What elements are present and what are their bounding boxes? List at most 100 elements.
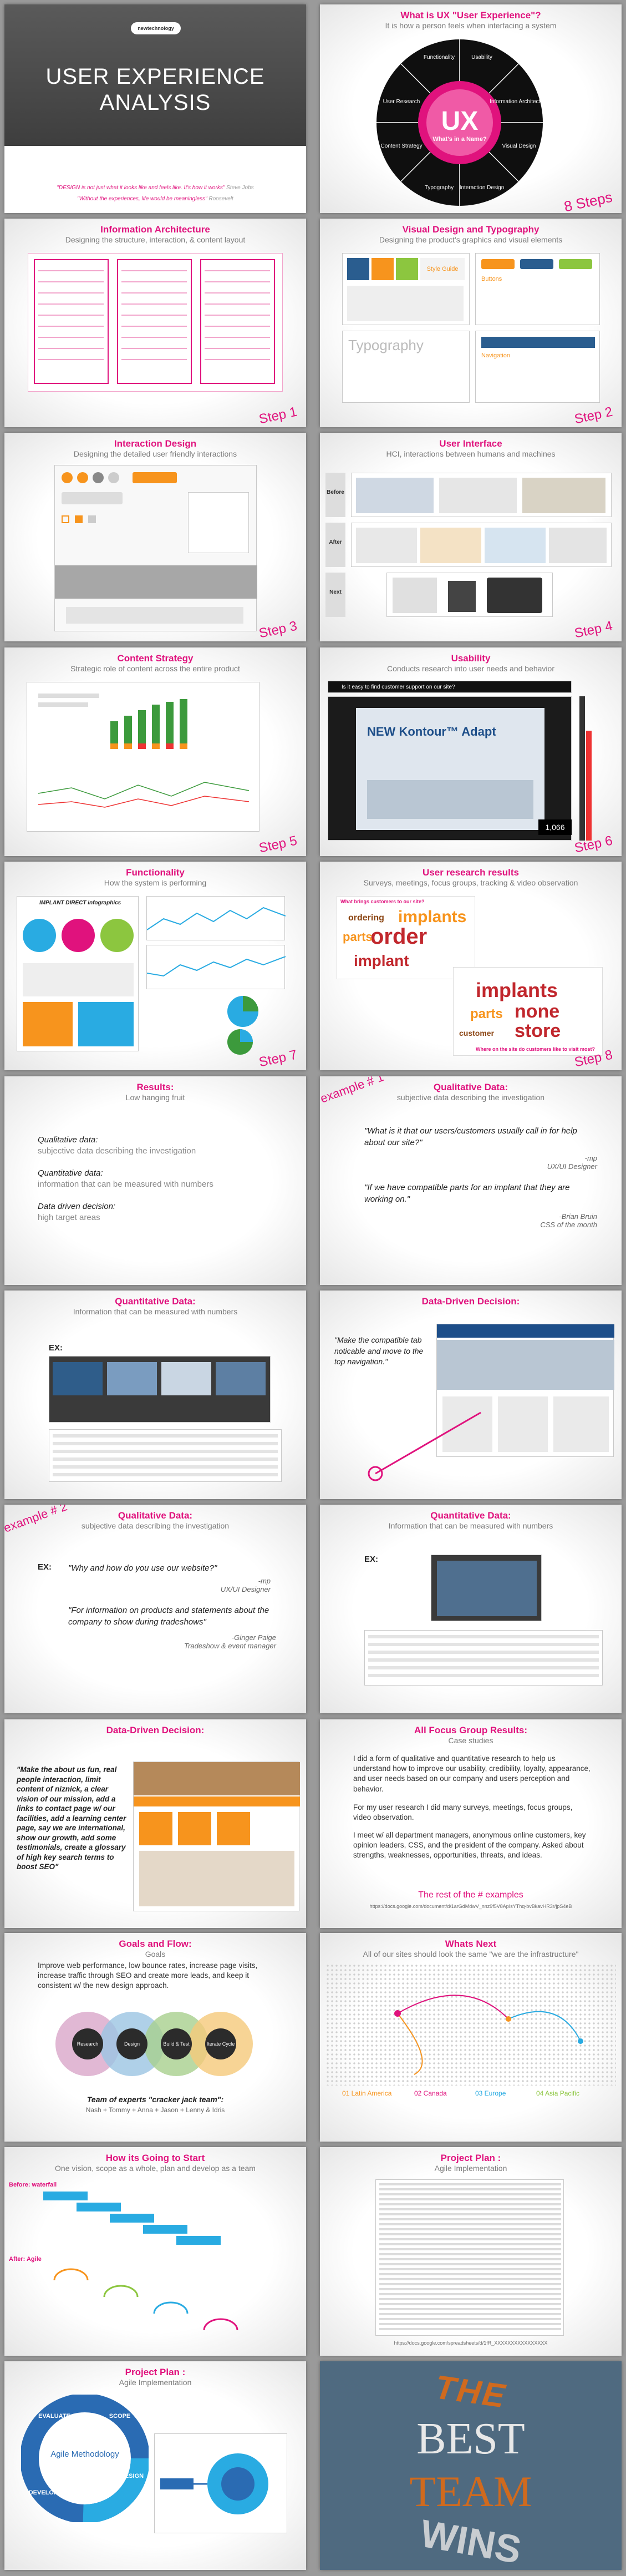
- segment-interaction-design: Interaction Design: [460, 185, 505, 191]
- cloud-word: store: [515, 1020, 561, 1041]
- author-name: -mp: [258, 1577, 271, 1585]
- cloud-word: order: [370, 924, 427, 949]
- author-role: UX/UI Designer: [220, 1585, 271, 1593]
- slide-subtitle: All of our sites should look the same "w…: [363, 1950, 579, 1958]
- agile-diagram: [53, 2268, 238, 2331]
- cloud-word: customer: [459, 1029, 495, 1038]
- agile-cycle-ring: Agile Methodology EVALUATE SCOPE DESIGN …: [21, 2395, 149, 2522]
- slide-title: Information Architecture: [100, 224, 210, 235]
- performance-graph-2: [146, 945, 286, 989]
- cloud-word: ordering: [348, 913, 384, 923]
- answer-quote: "For information on products and stateme…: [68, 1606, 269, 1627]
- quantitative-label: Quantitative data:: [38, 1168, 103, 1178]
- question-author: -mp UX/UI Designer: [160, 1577, 271, 1593]
- slide-subtitle: Information that can be measured with nu…: [73, 1307, 238, 1316]
- before-screens: [351, 473, 612, 517]
- video-thumbnail: [431, 1555, 542, 1621]
- analytics-table: [364, 1630, 603, 1686]
- slide-subtitle: Surveys, meetings, focus groups, trackin…: [363, 878, 578, 887]
- usability-slide: Usability Conducts research into user ne…: [320, 647, 622, 856]
- step-label: Step 3: [257, 618, 298, 641]
- question-quote: "What is it that our users/customers usu…: [364, 1126, 577, 1147]
- slide-subtitle: Low hanging fruit: [125, 1093, 185, 1102]
- cloud-word: parts: [343, 930, 373, 944]
- focus-doc-link[interactable]: https://docs.google.com/document/d/1arGd…: [331, 1904, 610, 1909]
- pie-chart-1: [227, 996, 258, 1027]
- slide-title: Project Plan :: [440, 2153, 501, 2163]
- author-role: UX/UI Designer: [547, 1162, 597, 1171]
- pointer-arrow: [368, 1411, 481, 1481]
- cloud-word: none: [515, 1001, 560, 1022]
- flow-build-test: Build & Test: [163, 2041, 190, 2047]
- author-name: -Ginger Paige: [231, 1633, 276, 1642]
- region-europe: 03 Europe: [475, 2089, 506, 2097]
- user-interface-slide: User Interface HCI, interactions between…: [320, 433, 622, 641]
- slide-title: Whats Next: [445, 1939, 497, 1949]
- slide-title: Data-Driven Decision:: [106, 1725, 205, 1735]
- analytics-table: [49, 1429, 282, 1482]
- flow-iterate: Iterate Cycle: [207, 2041, 235, 2047]
- word-best: BEST: [416, 2415, 525, 2463]
- cover-title-line2: ANALYSIS: [99, 90, 211, 115]
- step-label: Step 5: [257, 833, 298, 856]
- project-plan-link[interactable]: https://docs.google.com/spreadsheets/d/1…: [331, 2340, 610, 2346]
- slide-title: Data-Driven Decision:: [421, 1296, 520, 1307]
- segment-information-architecture: Information Architecture: [490, 99, 546, 105]
- about-page-mockup: [133, 1762, 300, 1911]
- question-author: -mp UX/UI Designer: [486, 1154, 597, 1171]
- region-canada: 02 Canada: [414, 2089, 447, 2097]
- cover-title-line1: USER EXPERIENCE: [45, 64, 265, 89]
- ux-wheel-diagram: UX What's in a Name? Functionality Usabi…: [376, 39, 546, 206]
- slide-title: Functionality: [126, 867, 185, 878]
- region-latin-america: 01 Latin America: [342, 2089, 392, 2097]
- slide-title: Qualitative Data:: [118, 1510, 193, 1521]
- functionality-slide: Functionality How the system is performi…: [4, 862, 306, 1070]
- ring-scope: SCOPE: [109, 2413, 131, 2420]
- focus-paragraph-1: I did a form of qualitative and quantita…: [353, 1754, 591, 1793]
- usability-question-bar: Is it easy to find customer support on o…: [328, 681, 572, 693]
- analytics-report: [27, 682, 259, 832]
- answer-quote: "If we have compatible parts for an impl…: [364, 1183, 570, 1204]
- project-plan-agile-slide: Project Plan : Agile Implementation Agil…: [4, 2361, 306, 2570]
- slide-title: Quantitative Data:: [430, 1510, 511, 1521]
- slide-title: What is UX "User Experience"?: [400, 10, 541, 21]
- author-name: -mp: [584, 1154, 597, 1162]
- cover-banner: newtechnology USER EXPERIENCE ANALYSIS: [4, 4, 306, 146]
- author-role: CSS of the month: [540, 1221, 597, 1229]
- content-strategy-slide: Content Strategy Strategic role of conte…: [4, 647, 306, 856]
- agile-center-label: Agile Methodology: [50, 2450, 119, 2459]
- visual-design-slide: Visual Design and Typography Designing t…: [320, 219, 622, 427]
- slide-title: User Interface: [439, 438, 502, 449]
- team-members: Nash + Tommy + Anna + Jason + Lenny & Id…: [85, 2106, 225, 2114]
- project-plan-spreadsheet: [375, 2179, 564, 2336]
- author-name: -Brian Bruin: [559, 1212, 597, 1221]
- company-logo: newtechnology: [131, 22, 181, 34]
- agile-label: After: Agile: [9, 2256, 42, 2263]
- cloud-word: implants: [476, 979, 558, 1001]
- cover-slide: newtechnology USER EXPERIENCE ANALYSIS "…: [4, 4, 306, 213]
- slide-subtitle: Designing the product's graphics and vis…: [379, 235, 563, 244]
- word-cloud-2: implants none store parts customer Where…: [453, 967, 603, 1056]
- next-screens: [386, 573, 553, 617]
- quantitative-data-slide-1: Quantitative Data: Information that can …: [4, 1290, 306, 1499]
- goals-text: Improve web performance, low bounce rate…: [38, 1961, 258, 1990]
- flow-design: Design: [124, 2041, 140, 2047]
- slide-title: Results:: [136, 1082, 174, 1092]
- after-screens: [351, 523, 612, 567]
- slide-subtitle: Case studies: [448, 1736, 493, 1745]
- author-role: Tradeshow & event manager: [184, 1642, 276, 1650]
- slide-subtitle: Designing the detailed user friendly int…: [73, 449, 237, 458]
- style-guide-tag: Style Guide: [420, 258, 465, 280]
- example-label: EX:: [49, 1343, 63, 1353]
- answer-author: -Brian Bruin CSS of the month: [486, 1212, 597, 1229]
- expansion-routes: [394, 1995, 583, 2075]
- ui-kit-mockup: [54, 465, 257, 631]
- focus-paragraph-3: I meet w/ all department managers, anony…: [353, 1831, 586, 1860]
- buttons-card: Buttons: [475, 253, 600, 325]
- slide-title: Qualitative Data:: [433, 1082, 508, 1092]
- qualitative-label: Qualitative data:: [38, 1135, 98, 1145]
- cover-quote-2: "Without the experiences, life would be …: [77, 196, 233, 202]
- quantitative-definition: Quantitative data: information that can …: [38, 1168, 213, 1191]
- segment-content-strategy: Content Strategy: [380, 143, 422, 149]
- focus-group-results-slide: All Focus Group Results: Case studies I …: [320, 1719, 622, 1928]
